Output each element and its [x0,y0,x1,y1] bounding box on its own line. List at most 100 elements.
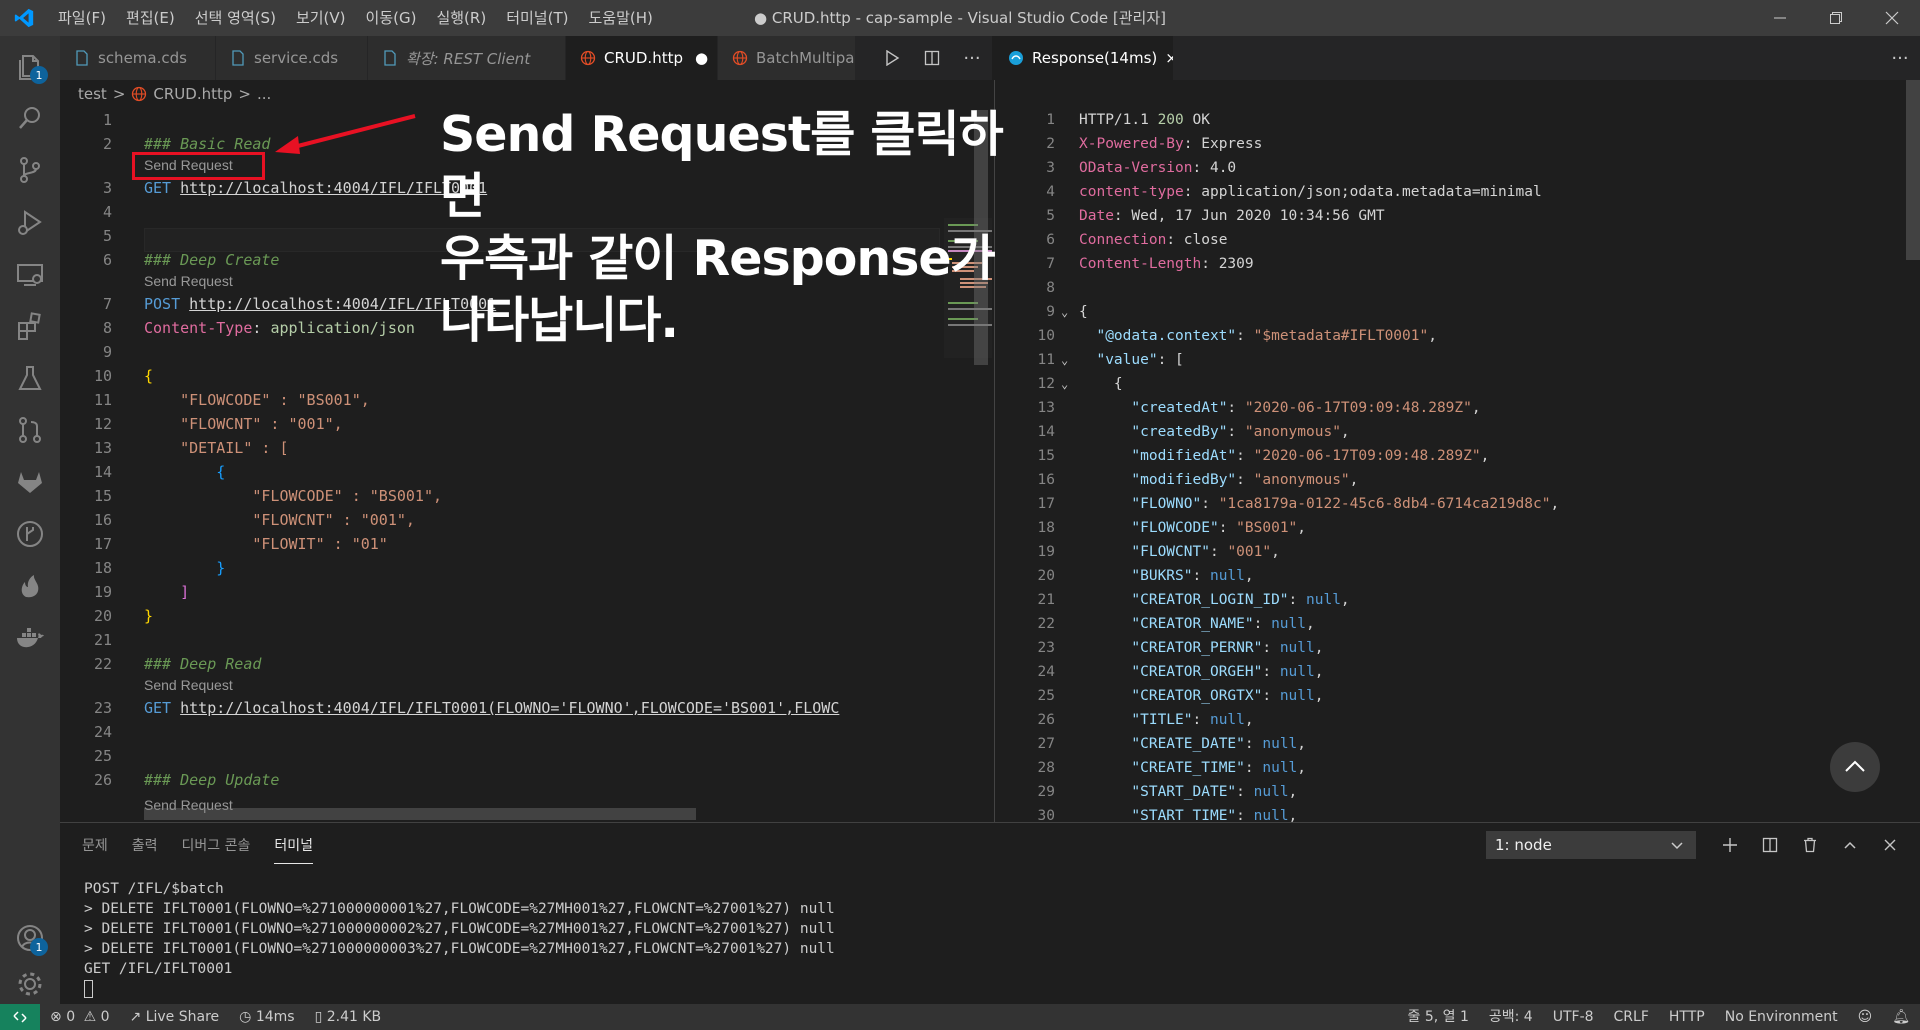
breadcrumb-folder[interactable]: test [78,85,107,103]
line-number: 3 [102,179,112,197]
tab-problems[interactable]: 문제 [82,827,108,863]
tab-debug-console[interactable]: 디버그 콘솔 [182,827,251,863]
menu-view[interactable]: 보기(V) [286,0,356,36]
line-number: 30 [1037,808,1055,822]
menu-run[interactable]: 실행(R) [426,0,496,36]
eol-status[interactable]: CRLF [1604,1004,1659,1030]
menu-help[interactable]: 도움말(H) [578,0,662,36]
menu-go[interactable]: 이동(G) [356,0,427,36]
http-method: GET [144,699,172,717]
response-scrollbar[interactable] [1906,80,1920,260]
fold-chevron-icon[interactable]: ⌄ [1061,372,1068,396]
scroll-to-top-button[interactable] [1830,742,1880,792]
problems-status[interactable]: ⊗ 0 ⚠ 0 [40,1004,120,1030]
run-debug-icon[interactable] [0,192,60,252]
split-terminal-icon[interactable] [1750,829,1790,861]
request-url[interactable]: http://localhost:4004/IFL/IFLT0001(FLOWN… [180,699,839,717]
feedback-icon[interactable]: ☺ [1848,1004,1883,1030]
live-share-status[interactable]: ↗ Live Share [120,1004,230,1030]
menu-terminal[interactable]: 터미널(T) [496,0,578,36]
send-request-codelens[interactable]: Send Request [144,270,233,292]
search-icon[interactable] [0,88,60,148]
split-editor-icon[interactable] [912,36,952,80]
fold-chevron-icon[interactable]: ⌄ [1061,300,1068,324]
json-comma: , [1297,736,1307,752]
tab-extension-rest-client[interactable]: 확장: REST Client [368,36,566,80]
menu-edit[interactable]: 편집(E) [116,0,185,36]
close-tab-icon[interactable]: × [1165,49,1173,67]
testing-flask-icon[interactable] [0,348,60,408]
editor-horizontal-scrollbar[interactable] [144,808,696,820]
source-control-icon[interactable] [0,140,60,200]
line-number: 14 [1037,424,1055,440]
more-actions-icon[interactable]: ··· [1880,36,1920,80]
line-number: 24 [1037,664,1055,680]
json-null: null [1262,760,1298,776]
explorer-icon[interactable]: 1 [0,36,60,96]
response-size-status[interactable]: ▯ 2.41 KB [305,1004,392,1030]
tab-response[interactable]: Response(14ms) × [994,36,1174,80]
code-line: { [144,463,226,481]
pull-request-icon[interactable] [0,400,60,460]
status-bar: ⊗ 0 ⚠ 0 ↗ Live Share ◷ 14ms ▯ 2.41 KB 줄 … [0,1004,1920,1030]
json-null: null [1209,568,1245,584]
bottom-panel: 문제 출력 디버그 콘솔 터미널 1: node POST /IFL/$batc… [60,822,1920,1004]
json-null: null [1306,592,1341,608]
send-request-codelens[interactable]: Send Request [144,674,233,696]
gitlab-icon[interactable] [0,452,60,512]
tab-terminal[interactable]: 터미널 [274,827,314,864]
more-actions-icon[interactable]: ··· [952,36,992,80]
response-time-status[interactable]: ◷ 14ms [229,1004,304,1030]
json-comma: , [1340,592,1350,608]
terminal-select[interactable]: 1: node [1486,831,1696,859]
line-number: 13 [93,439,112,457]
encoding-status[interactable]: UTF-8 [1543,1004,1604,1030]
menu-selection[interactable]: 선택 영역(S) [185,0,286,36]
environment-status[interactable]: No Environment [1715,1004,1848,1030]
docker-icon[interactable] [0,608,60,668]
minimize-button[interactable] [1752,0,1808,36]
globe-icon [580,50,596,66]
restore-button[interactable] [1808,0,1864,36]
menu-file[interactable]: 파일(F) [48,0,116,36]
git-graph-icon[interactable] [0,504,60,564]
maximize-panel-icon[interactable] [1830,829,1870,861]
cursor-position[interactable]: 줄 5, 열 1 [1397,1004,1478,1030]
tab-output[interactable]: 출력 [132,827,158,863]
fold-chevron-icon[interactable]: ⌄ [1061,348,1068,372]
json-comma: , [1480,448,1490,464]
modified-dot-icon[interactable]: ● [695,49,708,67]
line-number: 17 [93,535,112,553]
notifications-bell-icon[interactable]: 🔔︎ [1882,1004,1920,1030]
new-terminal-icon[interactable] [1710,829,1750,861]
trash-icon[interactable] [1790,829,1830,861]
close-window-button[interactable] [1864,0,1920,36]
run-icon[interactable] [872,36,912,80]
remote-explorer-icon[interactable] [0,244,60,304]
terminal-output[interactable]: POST /IFL/$batch > DELETE IFLT0001(FLOWN… [84,879,835,999]
close-panel-icon[interactable] [1870,829,1910,861]
activity-bar: 1 1 [0,36,60,1004]
response-size: 2.41 KB [326,1009,382,1025]
json-comma: , [1244,568,1254,584]
tab-schema-cds[interactable]: schema.cds [60,36,216,80]
tab-service-cds[interactable]: service.cds [216,36,368,80]
extensions-icon[interactable] [0,296,60,356]
line-number: 19 [93,583,112,601]
tab-crud-http[interactable]: CRUD.http ● [566,36,718,80]
tab-batch-multipart[interactable]: BatchMultipart [718,36,856,80]
json-key: "FLOWNO" [1131,496,1202,512]
sap-flame-icon[interactable] [0,556,60,616]
breadcrumb-more[interactable]: ... [257,85,271,103]
code-line: } [144,607,154,625]
response-viewer[interactable]: 1 HTTP/1.1 200 OK 2 X-Powered-By: Express … [994,80,1920,822]
breadcrumb-file[interactable]: CRUD.http [153,85,232,103]
remote-indicator-icon[interactable] [0,1004,40,1030]
line-number: 26 [93,771,112,789]
indentation-status[interactable]: 공백: 4 [1479,1004,1543,1030]
language-mode[interactable]: HTTP [1659,1004,1715,1030]
json-value: "anonymous" [1244,424,1341,440]
